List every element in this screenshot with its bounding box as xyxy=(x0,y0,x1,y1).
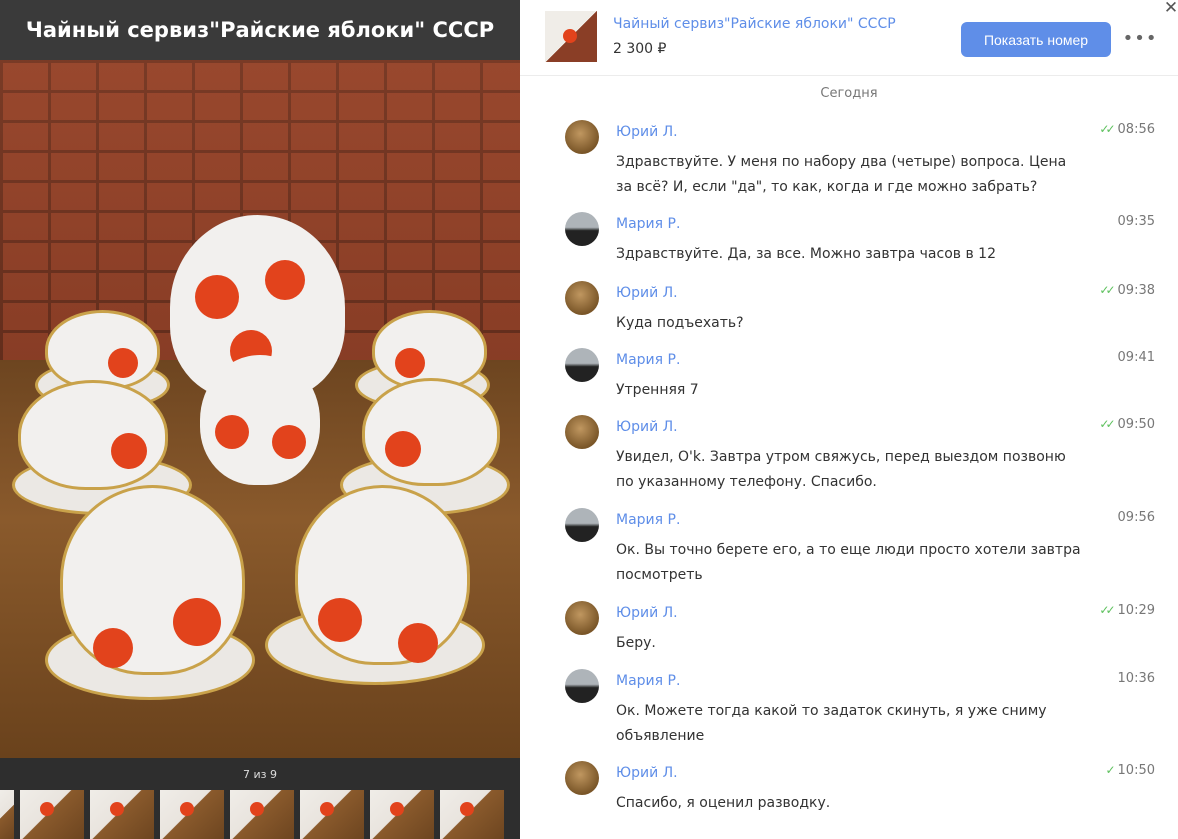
message-text: Куда подъехать? xyxy=(616,315,744,331)
avatar[interactable] xyxy=(565,281,599,315)
more-icon[interactable]: ••• xyxy=(1123,26,1157,50)
chat-message: Юрий Л. Беру. ✓✓ 10:29 xyxy=(565,601,1165,656)
cup xyxy=(362,378,500,486)
message-time: 09:35 xyxy=(1117,214,1155,229)
message-author[interactable]: Мария Р. xyxy=(616,512,680,528)
listing-title[interactable]: Чайный сервиз"Райские яблоки" СССР xyxy=(613,16,896,32)
message-author[interactable]: Юрий Л. xyxy=(616,605,678,621)
chat-message: Мария Р. Утренняя 7 09:41 xyxy=(565,348,1165,403)
day-separator: Сегодня xyxy=(820,86,878,101)
read-check-icon: ✓✓ xyxy=(1099,417,1115,431)
cup xyxy=(295,485,470,665)
thumbnail[interactable] xyxy=(300,790,364,839)
thumbnail[interactable] xyxy=(370,790,434,839)
avatar[interactable] xyxy=(565,348,599,382)
message-text: Ок. Можете тогда какой то задаток скинут… xyxy=(616,703,1047,744)
message-author[interactable]: Юрий Л. xyxy=(616,285,678,301)
message-text: Здравствуйте. У меня по набору два (четы… xyxy=(616,154,1067,195)
read-check-icon: ✓✓ xyxy=(1099,603,1115,617)
message-text: Беру. xyxy=(616,635,656,651)
chat-header: Чайный сервиз"Райские яблоки" СССР 2 300… xyxy=(520,0,1178,76)
photo-gallery: Чайный сервиз"Райские яблоки" СССР 7 из … xyxy=(0,0,520,839)
show-number-button[interactable]: Показать номер xyxy=(961,22,1111,57)
cup xyxy=(45,310,160,390)
message-text: Здравствуйте. Да, за все. Можно завтра ч… xyxy=(616,246,996,262)
message-time: ✓✓ 10:29 xyxy=(1099,603,1155,618)
avatar[interactable] xyxy=(565,508,599,542)
message-time: ✓✓ 08:56 xyxy=(1099,122,1155,137)
message-author[interactable]: Юрий Л. xyxy=(616,765,678,781)
listing-price: 2 300 ₽ xyxy=(613,41,667,57)
thumbnail[interactable] xyxy=(440,790,504,839)
message-time: ✓ 10:50 xyxy=(1105,763,1155,778)
read-check-icon: ✓✓ xyxy=(1099,122,1115,136)
thumbnail[interactable] xyxy=(90,790,154,839)
message-text: Увидел, O'k. Завтра утром свяжусь, перед… xyxy=(616,449,1066,490)
read-check-icon: ✓✓ xyxy=(1099,283,1115,297)
avatar[interactable] xyxy=(565,415,599,449)
message-author[interactable]: Мария Р. xyxy=(616,673,680,689)
thumbnail[interactable] xyxy=(230,790,294,839)
thumbnail[interactable] xyxy=(20,790,84,839)
message-text: Спасибо, я оценил разводку. xyxy=(616,795,831,811)
message-author[interactable]: Мария Р. xyxy=(616,352,680,368)
close-icon[interactable]: ✕ xyxy=(1156,0,1178,20)
chat-message: Юрий Л. Здравствуйте. У меня по набору д… xyxy=(565,120,1165,200)
chat-message: Мария Р. Ок. Вы точно берете его, а то е… xyxy=(565,508,1165,588)
message-time: 09:41 xyxy=(1117,350,1155,365)
avatar[interactable] xyxy=(565,669,599,703)
chat-message: Юрий Л. Куда подъехать? ✓✓ 09:38 xyxy=(565,281,1165,336)
chat-message: Мария Р. Здравствуйте. Да, за все. Можно… xyxy=(565,212,1165,267)
message-time: 10:36 xyxy=(1117,671,1155,686)
chat-message: Юрий Л. Спасибо, я оценил разводку. ✓ 10:… xyxy=(565,761,1165,821)
message-author[interactable]: Юрий Л. xyxy=(616,419,678,435)
message-author[interactable]: Юрий Л. xyxy=(616,124,678,140)
avatar[interactable] xyxy=(565,120,599,154)
cup xyxy=(60,485,245,675)
read-check-icon: ✓ xyxy=(1105,763,1115,777)
thumbnail-strip xyxy=(0,790,520,839)
gallery-title: Чайный сервиз"Райские яблоки" СССР xyxy=(0,0,520,60)
app-root: Чайный сервиз"Райские яблоки" СССР 7 из … xyxy=(0,0,1178,839)
message-time: ✓✓ 09:50 xyxy=(1099,417,1155,432)
thumbnail[interactable] xyxy=(160,790,224,839)
avatar[interactable] xyxy=(565,761,599,795)
chat-panel: Чайный сервиз"Райские яблоки" СССР 2 300… xyxy=(520,0,1178,839)
photo-counter: 7 из 9 xyxy=(0,758,520,790)
cup xyxy=(18,380,168,490)
message-author[interactable]: Мария Р. xyxy=(616,216,680,232)
message-time: 09:56 xyxy=(1117,510,1155,525)
avatar[interactable] xyxy=(565,601,599,635)
message-time: ✓✓ 09:38 xyxy=(1099,283,1155,298)
message-text: Ок. Вы точно берете его, а то еще люди п… xyxy=(616,542,1081,583)
message-text: Утренняя 7 xyxy=(616,382,699,398)
sugar-bowl xyxy=(200,355,320,485)
avatar[interactable] xyxy=(565,212,599,246)
thumbnail[interactable] xyxy=(0,790,34,839)
chat-message: Мария Р. Ок. Можете тогда какой то задат… xyxy=(565,669,1165,749)
chat-message: Юрий Л. Увидел, O'k. Завтра утром свяжус… xyxy=(565,415,1165,495)
listing-thumbnail[interactable] xyxy=(545,11,597,62)
main-photo[interactable] xyxy=(0,60,520,758)
